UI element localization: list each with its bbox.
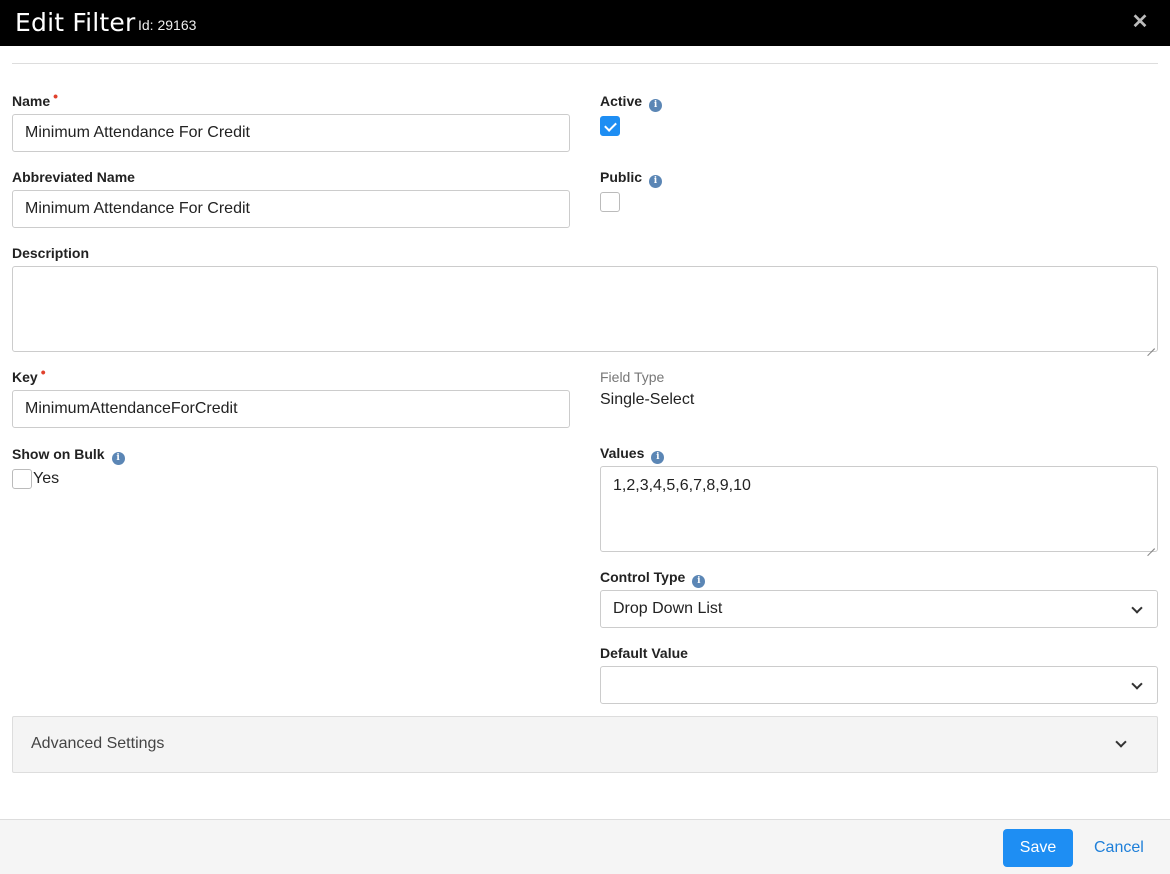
info-icon[interactable]: i	[692, 575, 706, 588]
description-textarea[interactable]	[12, 266, 1158, 352]
values-label: Values i	[600, 445, 665, 464]
control-type-label-text: Control Type	[600, 569, 686, 585]
values-value: 1,2,3,4,5,6,7,8,9,10	[613, 477, 751, 494]
active-checkbox[interactable]	[600, 116, 620, 136]
abbreviated-name-input[interactable]: Minimum Attendance For Credit	[12, 190, 570, 228]
required-indicator: •	[53, 88, 59, 104]
show-on-bulk-checkbox[interactable]	[12, 469, 32, 489]
chevron-down-icon	[1115, 736, 1127, 748]
values-textarea[interactable]: 1,2,3,4,5,6,7,8,9,10	[600, 466, 1158, 552]
dialog-title: Edit Filter	[15, 8, 136, 37]
active-label: Active i	[600, 93, 663, 112]
public-label: Public i	[600, 169, 663, 188]
control-type-value: Drop Down List	[613, 600, 723, 617]
show-on-bulk-label-text: Show on Bulk	[12, 446, 105, 462]
key-label-text: Key	[12, 369, 38, 385]
info-icon[interactable]: i	[649, 175, 663, 188]
key-label: Key •	[12, 364, 46, 385]
chevron-down-icon	[1131, 602, 1143, 614]
required-indicator: •	[40, 364, 46, 380]
abbreviated-name-label: Abbreviated Name	[12, 169, 135, 185]
resize-handle-icon[interactable]	[1147, 541, 1155, 549]
field-type-label: Field Type	[600, 369, 665, 385]
public-label-text: Public	[600, 169, 643, 185]
advanced-settings-toggle[interactable]: Advanced Settings	[12, 716, 1158, 773]
show-on-bulk-option[interactable]: Yes	[33, 470, 59, 488]
info-icon[interactable]: i	[111, 452, 125, 465]
key-input[interactable]: MinimumAttendanceForCredit	[12, 390, 570, 428]
resize-handle-icon[interactable]	[1147, 341, 1155, 349]
public-checkbox[interactable]	[600, 192, 620, 212]
field-type-value: Single-Select	[600, 391, 695, 408]
chevron-down-icon	[1131, 678, 1143, 690]
default-value-label: Default Value	[600, 645, 688, 661]
info-icon[interactable]: i	[651, 451, 665, 464]
close-icon[interactable]: ✕	[1131, 12, 1149, 32]
default-value-select[interactable]	[600, 666, 1158, 704]
info-icon[interactable]: i	[649, 99, 663, 112]
description-label: Description	[12, 245, 90, 261]
name-label-text: Name	[12, 93, 51, 109]
cancel-button[interactable]: Cancel	[1094, 829, 1144, 867]
control-type-select[interactable]: Drop Down List	[600, 590, 1158, 628]
values-label-text: Values	[600, 445, 645, 461]
dialog-footer: Save Cancel	[0, 819, 1170, 874]
show-on-bulk-label: Show on Bulk i	[12, 446, 125, 465]
active-label-text: Active	[600, 93, 643, 109]
advanced-settings-label: Advanced Settings	[31, 735, 165, 752]
header-divider	[12, 63, 1158, 64]
save-button[interactable]: Save	[1003, 829, 1073, 867]
name-input[interactable]: Minimum Attendance For Credit	[12, 114, 570, 152]
filter-id: Id: 29163	[138, 17, 197, 33]
control-type-label: Control Type i	[600, 569, 706, 588]
name-label: Name •	[12, 88, 58, 109]
dialog-header: Edit Filter Id: 29163 ✕	[0, 0, 1170, 46]
